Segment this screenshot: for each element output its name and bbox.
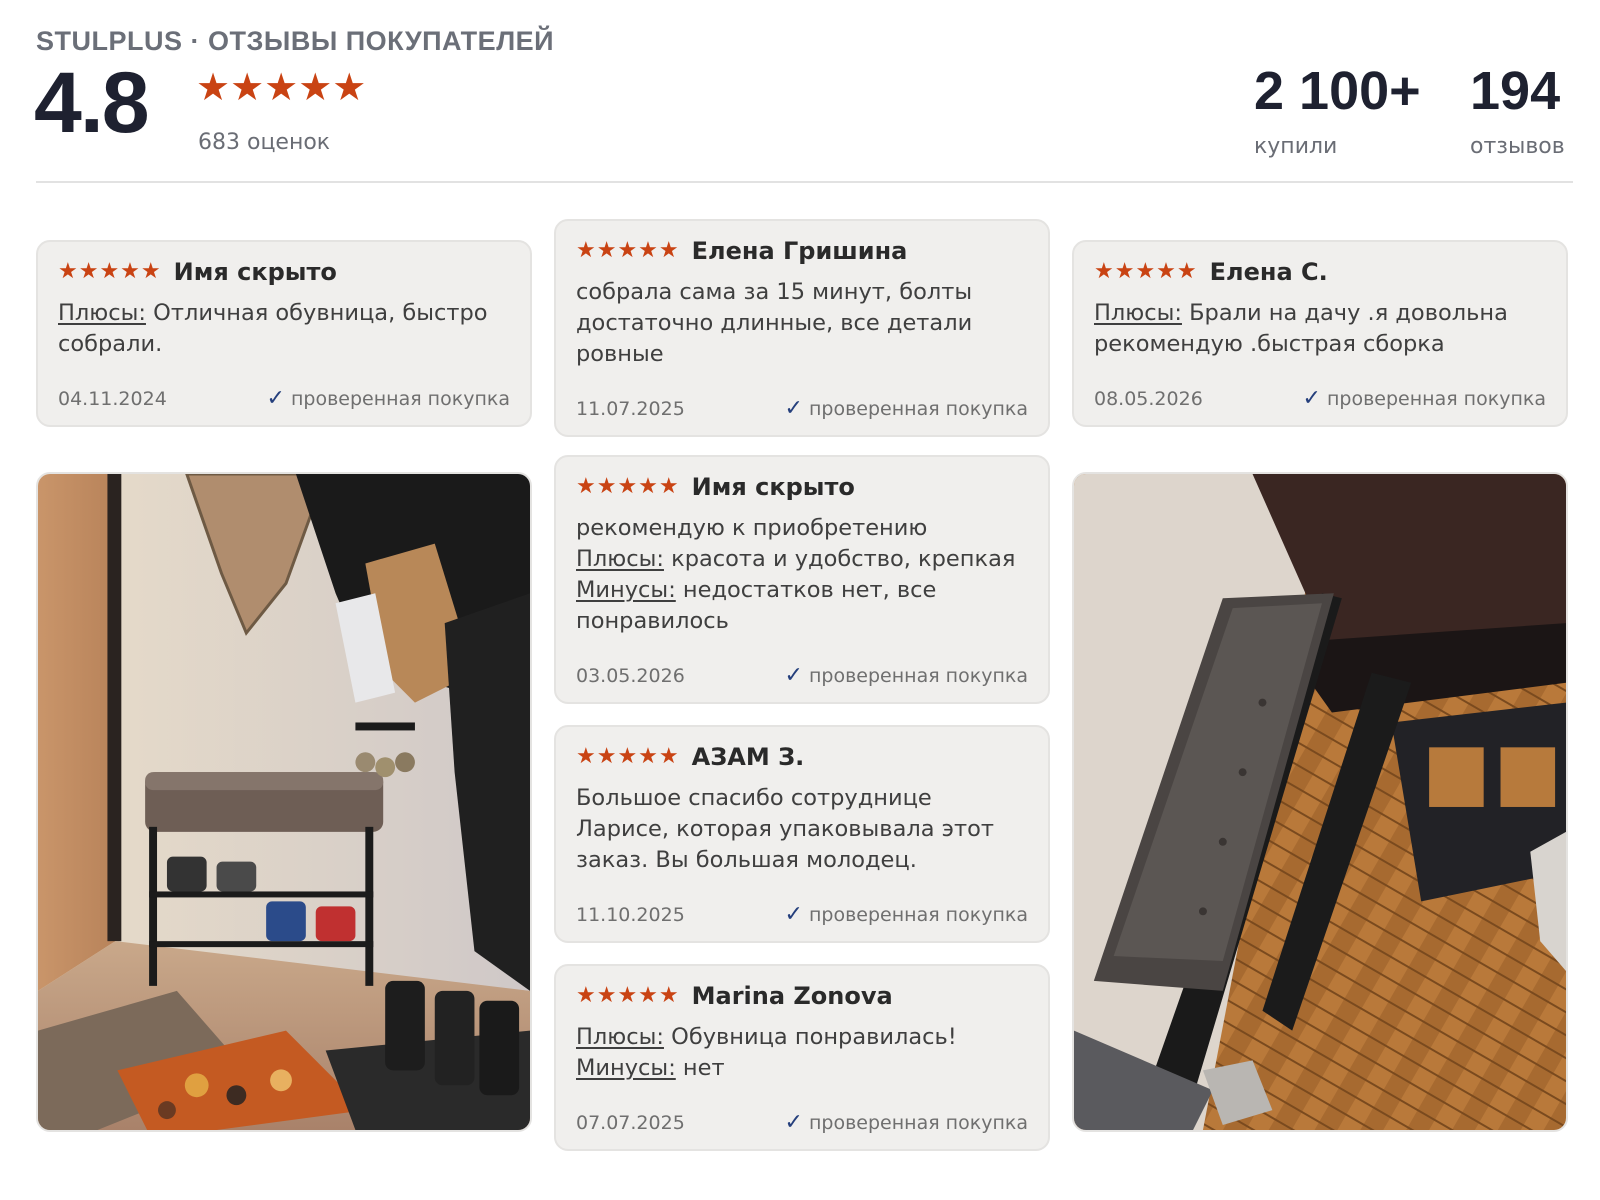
review-date: 04.11.2024 bbox=[58, 387, 167, 410]
review-date: 11.07.2025 bbox=[576, 397, 685, 420]
review-photo-hallway[interactable] bbox=[36, 472, 532, 1132]
average-rating: 4.8 bbox=[34, 55, 150, 151]
review-card: ★★★★★ Имя скрыто рекомендую к приобретени… bbox=[554, 455, 1050, 704]
review-author: Елена Гришина bbox=[691, 237, 908, 265]
review-author: Имя скрыто bbox=[691, 473, 855, 501]
review-pros-text: красота и удобство, крепкая bbox=[663, 546, 1016, 572]
verified-label: проверенная покупка bbox=[808, 903, 1028, 926]
review-body: Плюсы: Обувница понравилась! Минусы: нет bbox=[576, 1022, 1028, 1084]
rating-stars: ★★★★★ bbox=[196, 65, 367, 109]
review-stars: ★★★★★ bbox=[576, 238, 680, 263]
review-date: 11.10.2025 bbox=[576, 903, 685, 926]
review-body: Плюсы: Отличная обувница, быстро собрали… bbox=[58, 298, 510, 360]
stat-bought-label: купили bbox=[1254, 134, 1338, 159]
review-card: ★★★★★ Елена Гришина собрала сама за 15 ми… bbox=[554, 219, 1050, 437]
stat-reviews: 194 отзывов bbox=[1470, 64, 1565, 159]
review-date: 08.05.2026 bbox=[1094, 387, 1203, 410]
verified-badge: ✓ проверенная покупка bbox=[785, 1110, 1028, 1135]
review-text: Большое спасибо сотруднице Ларисе, котор… bbox=[576, 785, 995, 873]
rating-count: 683 оценок bbox=[198, 130, 331, 155]
check-icon: ✓ bbox=[784, 1110, 803, 1135]
review-text: собрала сама за 15 минут, болты достаточ… bbox=[576, 279, 973, 367]
stat-reviews-value: 194 bbox=[1470, 61, 1561, 121]
verified-label: проверенная покупка bbox=[1326, 387, 1546, 410]
review-cons-key: Минусы: bbox=[576, 577, 676, 603]
verified-label: проверенная покупка bbox=[808, 1111, 1028, 1134]
hallway-photo-image bbox=[38, 474, 530, 1130]
check-icon: ✓ bbox=[266, 386, 285, 411]
review-card: ★★★★★ АЗАМ З. Большое спасибо сотруднице … bbox=[554, 725, 1050, 943]
stat-bought: 2 100+ купили bbox=[1254, 64, 1421, 159]
verified-badge: ✓ проверенная покупка bbox=[1303, 386, 1546, 411]
review-stars: ★★★★★ bbox=[576, 474, 680, 499]
review-stars: ★★★★★ bbox=[576, 983, 680, 1008]
header-divider bbox=[36, 181, 1573, 183]
review-stars: ★★★★★ bbox=[576, 744, 680, 769]
review-author: Елена С. bbox=[1209, 258, 1328, 286]
verified-badge: ✓ проверенная покупка bbox=[267, 386, 510, 411]
review-date: 03.05.2026 bbox=[576, 664, 685, 687]
review-body: собрала сама за 15 минут, болты достаточ… bbox=[576, 277, 1028, 370]
review-stars: ★★★★★ bbox=[58, 259, 162, 284]
verified-badge: ✓ проверенная покупка bbox=[785, 902, 1028, 927]
review-author: Marina Zonova bbox=[691, 982, 893, 1010]
check-icon: ✓ bbox=[1302, 386, 1321, 411]
review-card: ★★★★★ Имя скрыто Плюсы: Отличная обувница… bbox=[36, 240, 532, 427]
check-icon: ✓ bbox=[784, 902, 803, 927]
review-pros-key: Плюсы: bbox=[576, 1024, 664, 1050]
check-icon: ✓ bbox=[784, 663, 803, 688]
review-pros-key: Плюсы: bbox=[1094, 300, 1182, 326]
verified-badge: ✓ проверенная покупка bbox=[785, 663, 1028, 688]
review-card: ★★★★★ Елена С. Плюсы: Брали на дачу .я до… bbox=[1072, 240, 1568, 427]
review-author: Имя скрыто bbox=[173, 258, 337, 286]
review-pros-text: Обувница понравилась! bbox=[663, 1024, 957, 1050]
review-pros-key: Плюсы: bbox=[58, 300, 146, 326]
review-pros-key: Плюсы: bbox=[576, 546, 664, 572]
bench-photo-image bbox=[1074, 474, 1566, 1130]
review-text: рекомендую к приобретению bbox=[576, 515, 928, 541]
review-body: Плюсы: Брали на дачу .я довольна рекомен… bbox=[1094, 298, 1546, 360]
review-body: рекомендую к приобретению Плюсы: красота… bbox=[576, 513, 1028, 637]
verified-label: проверенная покупка bbox=[808, 664, 1028, 687]
review-stars: ★★★★★ bbox=[1094, 259, 1198, 284]
review-photo-bench[interactable] bbox=[1072, 472, 1568, 1132]
stat-reviews-label: отзывов bbox=[1470, 134, 1565, 159]
stat-bought-value: 2 100+ bbox=[1254, 61, 1421, 121]
review-date: 07.07.2025 bbox=[576, 1111, 685, 1134]
check-icon: ✓ bbox=[784, 396, 803, 421]
review-cons-text: нет bbox=[675, 1055, 725, 1081]
verified-badge: ✓ проверенная покупка bbox=[785, 396, 1028, 421]
review-cons-key: Минусы: bbox=[576, 1055, 676, 1081]
review-card: ★★★★★ Marina Zonova Плюсы: Обувница понра… bbox=[554, 964, 1050, 1151]
brand-title: STULPLUS · ОТЗЫВЫ ПОКУПАТЕЛЕЙ bbox=[36, 26, 555, 56]
verified-label: проверенная покупка bbox=[808, 397, 1028, 420]
review-author: АЗАМ З. bbox=[691, 743, 805, 771]
verified-label: проверенная покупка bbox=[290, 387, 510, 410]
review-body: Большое спасибо сотруднице Ларисе, котор… bbox=[576, 783, 1028, 876]
